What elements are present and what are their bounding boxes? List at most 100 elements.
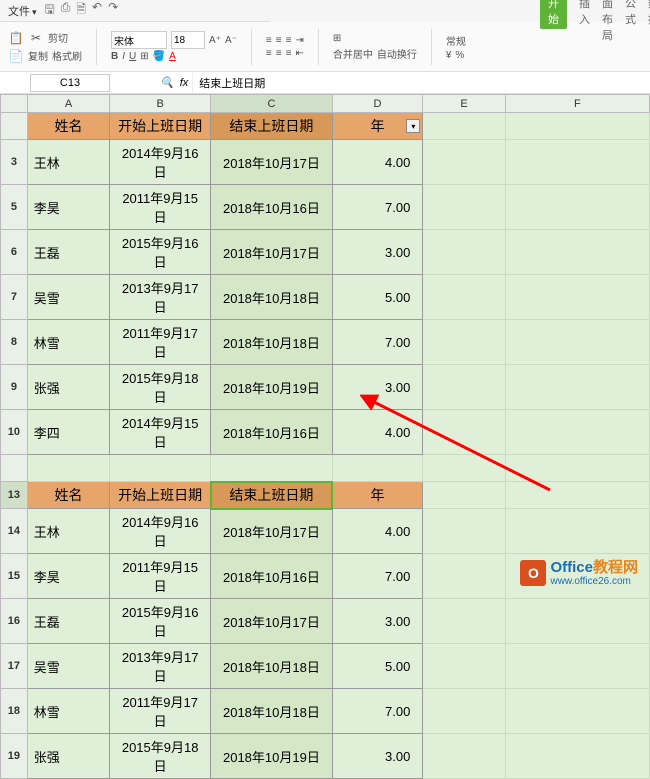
cell[interactable] bbox=[505, 644, 649, 689]
format-painter-label[interactable]: 格式刷 bbox=[52, 48, 82, 63]
cell[interactable]: 2011年9月15日 bbox=[110, 185, 211, 230]
row-head[interactable]: 3 bbox=[1, 140, 28, 185]
cell[interactable] bbox=[505, 140, 649, 185]
cell[interactable]: 3.00 bbox=[332, 230, 423, 275]
align-bot-icon[interactable]: ≡ bbox=[286, 35, 292, 46]
cell[interactable]: 2018年10月18日 bbox=[211, 689, 333, 734]
cell[interactable] bbox=[505, 734, 649, 779]
size-select[interactable] bbox=[171, 31, 205, 49]
formula-bar[interactable]: 结束上班日期 bbox=[192, 73, 650, 93]
fill-icon[interactable]: 🪣 bbox=[153, 51, 165, 62]
merge-icon[interactable]: ⊞ bbox=[333, 33, 341, 44]
cell[interactable]: 7.00 bbox=[332, 185, 423, 230]
cell[interactable]: 3.00 bbox=[332, 734, 423, 779]
cell[interactable]: 5.00 bbox=[332, 275, 423, 320]
cell[interactable]: 4.00 bbox=[332, 410, 423, 455]
cell[interactable]: 姓名 bbox=[27, 482, 109, 509]
cell[interactable] bbox=[332, 455, 423, 482]
cell[interactable]: 李昊 bbox=[27, 185, 109, 230]
cell[interactable] bbox=[505, 230, 649, 275]
cell[interactable]: 3.00 bbox=[332, 599, 423, 644]
cell[interactable]: 开始上班日期 bbox=[110, 113, 211, 140]
cell[interactable]: 李四 bbox=[27, 410, 109, 455]
cell[interactable]: 3.00 bbox=[332, 365, 423, 410]
cell[interactable]: 吴雪 bbox=[27, 275, 109, 320]
menu-file[interactable]: 文件▾ bbox=[8, 3, 37, 19]
col-F[interactable]: F bbox=[505, 95, 649, 113]
name-box[interactable]: C13 bbox=[30, 74, 110, 92]
col-B[interactable]: B bbox=[110, 95, 211, 113]
align-center-icon[interactable]: ≡ bbox=[276, 48, 282, 59]
cell[interactable]: 吴雪 bbox=[27, 644, 109, 689]
cell[interactable] bbox=[423, 689, 505, 734]
row-head[interactable]: 13 bbox=[1, 482, 28, 509]
font-select[interactable] bbox=[111, 31, 167, 49]
copy-icon[interactable]: 📄 bbox=[8, 48, 24, 64]
percent-icon[interactable]: % bbox=[455, 50, 464, 61]
cell[interactable]: 2018年10月18日 bbox=[211, 320, 333, 365]
preview-icon[interactable]: 🗎 bbox=[76, 0, 86, 21]
cell[interactable]: 7.00 bbox=[332, 554, 423, 599]
cell[interactable] bbox=[423, 509, 505, 554]
cell[interactable] bbox=[423, 554, 505, 599]
cell[interactable]: 林雪 bbox=[27, 320, 109, 365]
fx-lookup-icon[interactable]: 🔍 bbox=[160, 76, 174, 89]
indent-icon[interactable]: ⇥ bbox=[295, 35, 303, 46]
cell[interactable]: 2014年9月16日 bbox=[110, 140, 211, 185]
wrap-label[interactable]: 自动换行 bbox=[377, 46, 417, 61]
cell[interactable] bbox=[505, 599, 649, 644]
cell[interactable]: 2013年9月17日 bbox=[110, 275, 211, 320]
cell[interactable]: 7.00 bbox=[332, 689, 423, 734]
cell[interactable]: 2015年9月16日 bbox=[110, 599, 211, 644]
cell[interactable]: 2015年9月18日 bbox=[110, 734, 211, 779]
row-head[interactable]: 19 bbox=[1, 734, 28, 779]
tab-layout[interactable]: 页面布局 bbox=[602, 0, 613, 43]
row-head[interactable] bbox=[1, 113, 28, 140]
cell[interactable]: 年 bbox=[332, 482, 423, 509]
cell[interactable] bbox=[423, 275, 505, 320]
tab-formula[interactable]: 公式 bbox=[625, 0, 636, 27]
row-head[interactable]: 7 bbox=[1, 275, 28, 320]
cell[interactable]: 2013年9月17日 bbox=[110, 644, 211, 689]
print-icon[interactable]: ⎙ bbox=[61, 0, 71, 21]
cell[interactable]: 2011年9月17日 bbox=[110, 320, 211, 365]
cell[interactable]: 王林 bbox=[27, 140, 109, 185]
cell[interactable] bbox=[110, 455, 211, 482]
cell[interactable] bbox=[423, 365, 505, 410]
general-label[interactable]: 常规 bbox=[446, 33, 466, 48]
cell[interactable]: 7.00 bbox=[332, 320, 423, 365]
cell[interactable]: 李昊 bbox=[27, 554, 109, 599]
row-head[interactable]: 10 bbox=[1, 410, 28, 455]
tab-start[interactable]: 开始 bbox=[540, 0, 567, 29]
cell[interactable]: 结束上班日期 bbox=[211, 113, 333, 140]
cell[interactable]: 张强 bbox=[27, 365, 109, 410]
cell[interactable]: 2018年10月19日 bbox=[211, 734, 333, 779]
cell[interactable] bbox=[27, 455, 109, 482]
filter-icon[interactable]: ▾ bbox=[406, 119, 420, 133]
cell[interactable]: 2018年10月18日 bbox=[211, 644, 333, 689]
tab-insert[interactable]: 插入 bbox=[579, 0, 590, 27]
paste-icon[interactable]: 📋 bbox=[8, 30, 24, 46]
cell[interactable] bbox=[505, 410, 649, 455]
align-right-icon[interactable]: ≡ bbox=[286, 48, 292, 59]
align-top-icon[interactable]: ≡ bbox=[266, 35, 272, 46]
grid[interactable]: A B C D E F 姓名 开始上班日期 结束上班日期 年▾ 3 王林 201… bbox=[0, 94, 650, 779]
cut-icon[interactable]: ✂ bbox=[28, 30, 44, 46]
cell[interactable]: 5.00 bbox=[332, 644, 423, 689]
cell[interactable] bbox=[423, 320, 505, 365]
bold-icon[interactable]: B bbox=[111, 51, 118, 62]
cell[interactable] bbox=[423, 185, 505, 230]
cell[interactable]: 2011年9月15日 bbox=[110, 554, 211, 599]
cell[interactable]: 2014年9月15日 bbox=[110, 410, 211, 455]
cell[interactable]: 2014年9月16日 bbox=[110, 509, 211, 554]
col-D[interactable]: D bbox=[332, 95, 423, 113]
italic-icon[interactable]: I bbox=[122, 51, 125, 62]
cell[interactable]: 2018年10月17日 bbox=[211, 140, 333, 185]
cell[interactable] bbox=[505, 455, 649, 482]
col-C[interactable]: C bbox=[211, 95, 333, 113]
row-head[interactable]: 5 bbox=[1, 185, 28, 230]
cell[interactable]: 2018年10月16日 bbox=[211, 410, 333, 455]
row-head[interactable] bbox=[1, 455, 28, 482]
cell[interactable]: 2018年10月17日 bbox=[211, 230, 333, 275]
border-icon[interactable]: ⊞ bbox=[140, 51, 148, 62]
